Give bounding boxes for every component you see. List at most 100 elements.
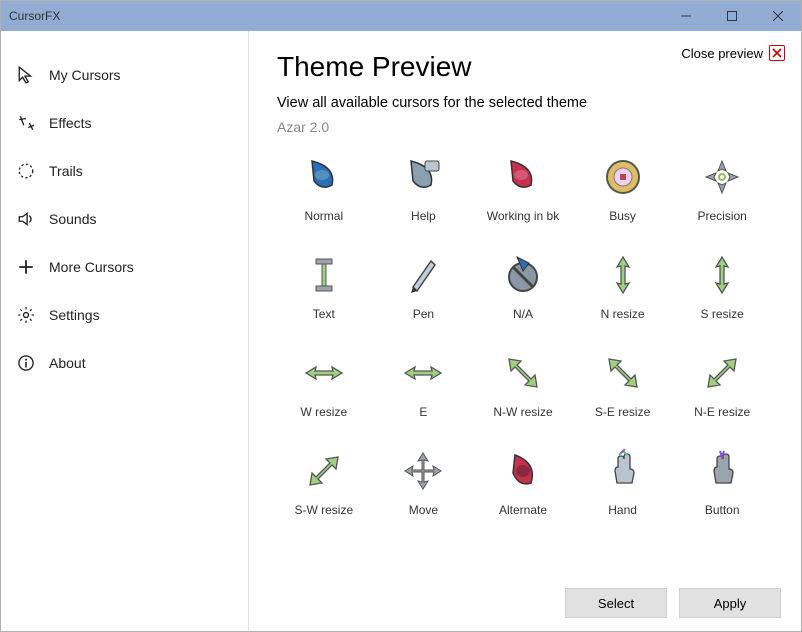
cursor-thumbnail-icon <box>499 153 547 201</box>
cursor-cell[interactable]: E <box>377 349 471 419</box>
page-subtitle: View all available cursors for the selec… <box>277 95 773 111</box>
window-body: My Cursors Effects Trails Sounds <box>1 31 801 631</box>
maximize-icon <box>727 11 737 21</box>
minimize-button[interactable] <box>663 1 709 31</box>
cursor-cell[interactable]: N resize <box>576 251 670 321</box>
theme-name: Azar 2.0 <box>277 119 773 135</box>
gear-icon <box>17 306 35 324</box>
cursor-cell[interactable]: Hand <box>576 447 670 517</box>
cursor-cell[interactable]: Alternate <box>476 447 570 517</box>
cursor-label: Hand <box>608 503 637 517</box>
cursor-thumbnail-icon <box>599 153 647 201</box>
cursor-grid: Normal Help Working in bk Busy Precision Text… <box>277 153 773 517</box>
cursor-label: Text <box>313 307 335 321</box>
cursor-label: N-E resize <box>694 405 750 419</box>
sidebar-item-effects[interactable]: Effects <box>1 99 248 147</box>
cursor-label: Help <box>411 209 436 223</box>
cursor-label: E <box>419 405 427 419</box>
close-preview-button[interactable]: Close preview <box>681 45 785 61</box>
titlebar[interactable]: CursorFX <box>1 1 801 31</box>
cursor-thumbnail-icon <box>698 349 746 397</box>
cursor-label: Working in bk <box>487 209 559 223</box>
cursor-cell[interactable]: Text <box>277 251 371 321</box>
cursor-label: N-W resize <box>493 405 552 419</box>
cursor-label: S-E resize <box>595 405 650 419</box>
cursor-cell[interactable]: Normal <box>277 153 371 223</box>
sidebar: My Cursors Effects Trails Sounds <box>1 31 249 631</box>
cursor-label: Pen <box>413 307 434 321</box>
cursor-label: S-W resize <box>294 503 353 517</box>
cursor-cell[interactable]: Working in bk <box>476 153 570 223</box>
info-icon <box>17 354 35 372</box>
cursor-label: Precision <box>698 209 747 223</box>
cursor-label: N resize <box>601 307 645 321</box>
cursor-thumbnail-icon <box>698 153 746 201</box>
cursor-thumbnail-icon <box>300 251 348 299</box>
cursor-label: Busy <box>609 209 636 223</box>
maximize-button[interactable] <box>709 1 755 31</box>
close-preview-icon <box>769 45 785 61</box>
cursor-thumbnail-icon <box>599 251 647 299</box>
close-button[interactable] <box>755 1 801 31</box>
cursor-thumbnail-icon <box>399 349 447 397</box>
cursor-label: Normal <box>304 209 343 223</box>
plus-icon <box>17 258 35 276</box>
close-icon <box>773 11 783 21</box>
cursor-icon <box>17 66 35 84</box>
sidebar-item-trails[interactable]: Trails <box>1 147 248 195</box>
cursor-thumbnail-icon <box>399 251 447 299</box>
cursor-thumbnail-icon <box>698 251 746 299</box>
sidebar-item-sounds[interactable]: Sounds <box>1 195 248 243</box>
sidebar-item-more-cursors[interactable]: More Cursors <box>1 243 248 291</box>
cursor-cell[interactable]: N/A <box>476 251 570 321</box>
select-button[interactable]: Select <box>565 588 667 618</box>
window-controls <box>663 1 801 31</box>
sidebar-item-label: Trails <box>49 163 83 179</box>
sidebar-item-label: Settings <box>49 307 100 323</box>
apply-button[interactable]: Apply <box>679 588 781 618</box>
trails-icon <box>17 162 35 180</box>
content-area: Theme Preview View all available cursors… <box>249 31 801 575</box>
cursor-thumbnail-icon <box>300 349 348 397</box>
cursor-cell[interactable]: Move <box>377 447 471 517</box>
cursor-thumbnail-icon <box>300 153 348 201</box>
cursor-cell[interactable]: Help <box>377 153 471 223</box>
cursor-cell[interactable]: S resize <box>675 251 769 321</box>
cursor-cell[interactable]: W resize <box>277 349 371 419</box>
cursor-thumbnail-icon <box>698 447 746 495</box>
sound-icon <box>17 210 35 228</box>
cursor-cell[interactable]: S-E resize <box>576 349 670 419</box>
cursor-thumbnail-icon <box>499 349 547 397</box>
sidebar-item-label: Sounds <box>49 211 96 227</box>
cursor-cell[interactable]: N-E resize <box>675 349 769 419</box>
close-preview-label: Close preview <box>681 46 763 61</box>
sidebar-item-settings[interactable]: Settings <box>1 291 248 339</box>
minimize-icon <box>681 11 691 21</box>
cursor-label: Button <box>705 503 740 517</box>
app-window: CursorFX My Cursors <box>0 0 802 632</box>
cursor-thumbnail-icon <box>499 447 547 495</box>
cursor-cell[interactable]: Button <box>675 447 769 517</box>
cursor-thumbnail-icon <box>599 349 647 397</box>
cursor-thumbnail-icon <box>399 153 447 201</box>
cursor-label: Alternate <box>499 503 547 517</box>
sidebar-item-label: About <box>49 355 86 371</box>
cursor-label: S resize <box>701 307 744 321</box>
cursor-label: N/A <box>513 307 533 321</box>
cursor-thumbnail-icon <box>300 447 348 495</box>
sidebar-item-label: My Cursors <box>49 67 121 83</box>
cursor-cell[interactable]: Precision <box>675 153 769 223</box>
footer: Select Apply <box>249 575 801 631</box>
sidebar-item-my-cursors[interactable]: My Cursors <box>1 51 248 99</box>
cursor-thumbnail-icon <box>599 447 647 495</box>
cursor-cell[interactable]: Pen <box>377 251 471 321</box>
sidebar-item-about[interactable]: About <box>1 339 248 387</box>
cursor-cell[interactable]: S-W resize <box>277 447 371 517</box>
cursor-thumbnail-icon <box>399 447 447 495</box>
cursor-thumbnail-icon <box>499 251 547 299</box>
cursor-cell[interactable]: N-W resize <box>476 349 570 419</box>
sparkle-icon <box>17 114 35 132</box>
sidebar-item-label: More Cursors <box>49 259 134 275</box>
cursor-cell[interactable]: Busy <box>576 153 670 223</box>
main-panel: Close preview Theme Preview View all ava… <box>249 31 801 631</box>
